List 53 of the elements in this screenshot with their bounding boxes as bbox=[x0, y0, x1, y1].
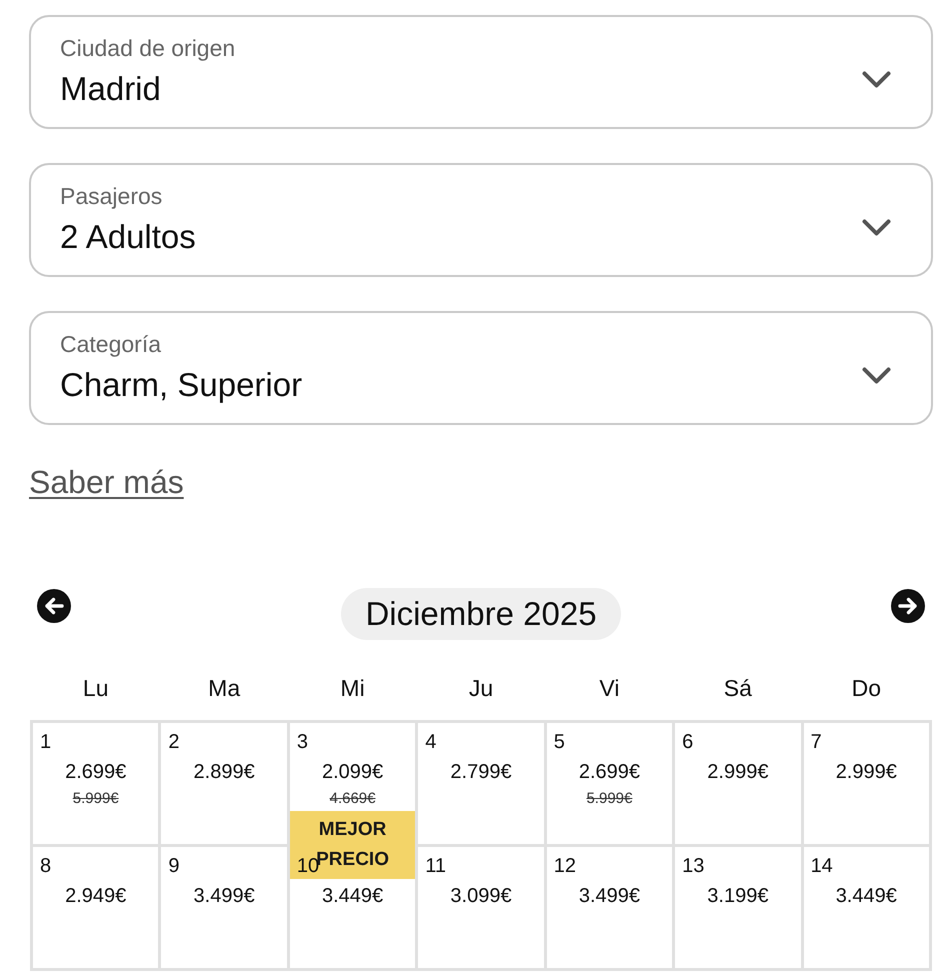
weekday-label: Ju bbox=[468, 675, 494, 701]
weekday-label: Do bbox=[852, 675, 881, 701]
day-number[interactable]: 5 bbox=[554, 730, 565, 754]
select-field[interactable]: Ciudad de origen Madrid bbox=[29, 15, 933, 129]
price-text: 2.899€ bbox=[194, 760, 255, 784]
price-text: 3.199€ bbox=[707, 884, 768, 908]
month-label: Diciembre 2025 bbox=[341, 588, 621, 640]
chevron-down-icon bbox=[862, 366, 891, 384]
price-text: 2.699€ bbox=[578, 760, 640, 784]
price-text: 3.499€ bbox=[578, 884, 640, 908]
day-number[interactable]: 1 bbox=[40, 730, 52, 754]
price-text: 2.949€ bbox=[65, 884, 126, 908]
select-field[interactable]: Pasajeros 2 Adultos bbox=[29, 163, 933, 277]
price-text: 2.999€ bbox=[707, 760, 768, 784]
price-text: 2.999€ bbox=[836, 760, 897, 784]
weekday-label: Lu bbox=[82, 675, 108, 701]
old-price-text: 5.999€ bbox=[586, 789, 632, 809]
day-number[interactable]: 12 bbox=[554, 854, 576, 878]
day-number[interactable]: 11 bbox=[425, 854, 446, 878]
arrow-right-icon[interactable] bbox=[891, 589, 925, 623]
day-number[interactable]: 3 bbox=[296, 730, 308, 754]
field-label: Categoría bbox=[60, 330, 162, 358]
weekday-label: Ma bbox=[208, 675, 240, 701]
price-text: 2.099€ bbox=[322, 760, 384, 784]
learn-more-link[interactable]: Saber más bbox=[29, 462, 184, 502]
arrow-left-icon[interactable] bbox=[37, 589, 71, 623]
chevron-down-icon bbox=[862, 70, 891, 88]
day-number[interactable]: 14 bbox=[810, 854, 833, 878]
field-label: Pasajeros bbox=[60, 182, 162, 210]
old-price-text: 4.669€ bbox=[330, 789, 376, 809]
price-text: 2.799€ bbox=[450, 760, 512, 784]
day-number[interactable]: 13 bbox=[682, 854, 704, 878]
weekday-label: Vi bbox=[599, 675, 620, 701]
price-text: 3.099€ bbox=[450, 884, 512, 908]
field-value: Madrid bbox=[60, 69, 161, 109]
price-text: 3.449€ bbox=[836, 884, 897, 908]
chevron-down-icon bbox=[862, 218, 891, 236]
day-number[interactable]: 4 bbox=[425, 730, 436, 754]
field-label: Ciudad de origen bbox=[60, 34, 236, 62]
day-number[interactable]: 7 bbox=[810, 730, 822, 754]
price-text: 2.699€ bbox=[65, 760, 126, 784]
weekday-label: Mi bbox=[340, 675, 365, 701]
day-number[interactable]: 8 bbox=[40, 854, 52, 878]
select-field[interactable]: Categoría Charm, Superior bbox=[29, 311, 933, 425]
price-text: 3.499€ bbox=[194, 884, 255, 908]
day-number[interactable]: 9 bbox=[168, 854, 180, 878]
field-value: Charm, Superior bbox=[60, 365, 302, 405]
day-number[interactable]: 2 bbox=[168, 730, 180, 754]
day-number[interactable]: 6 bbox=[682, 730, 694, 754]
field-value: 2 Adultos bbox=[60, 217, 196, 257]
weekday-label: Sá bbox=[724, 675, 752, 701]
old-price-text: 5.999€ bbox=[72, 789, 119, 809]
price-text: 3.449€ bbox=[322, 884, 384, 908]
